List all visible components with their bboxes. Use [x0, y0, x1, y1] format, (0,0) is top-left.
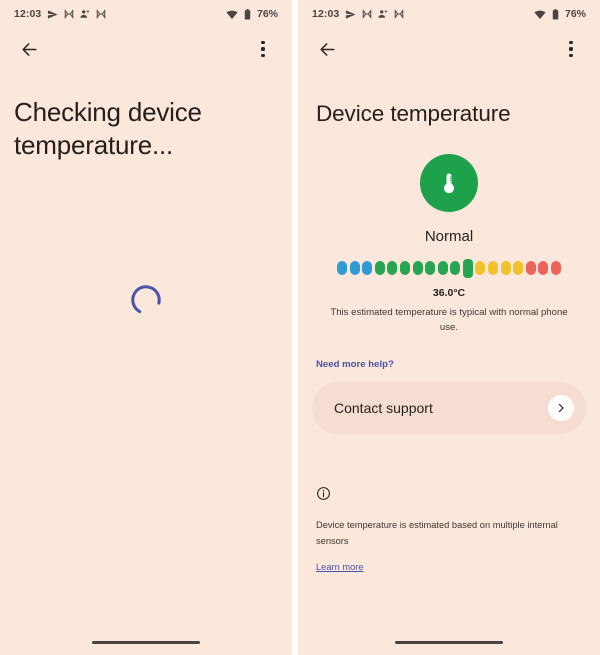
status-bar: 12:03 76% [0, 0, 292, 28]
temperature-scale-pip [475, 261, 486, 276]
app-bar [0, 28, 292, 70]
thermometer-icon [444, 173, 454, 194]
temperature-status-icon-container [298, 154, 600, 213]
more-options-icon[interactable] [558, 36, 584, 62]
info-circle-icon [316, 486, 582, 506]
info-description: Device temperature is estimated based on… [316, 519, 558, 546]
app-badge-icon [362, 9, 372, 19]
overflow-dots [261, 41, 265, 57]
contact-support-label: Contact support [334, 399, 433, 416]
send-arrow-icon [47, 9, 58, 20]
loading-spinner-icon [131, 284, 161, 315]
right-phone-screen: 12:03 76% Device temperature Normal 36.0… [298, 0, 600, 655]
contact-support-card[interactable]: Contact support [312, 381, 586, 434]
status-bar-left: 12:03 [14, 8, 106, 20]
learn-more-link[interactable]: Learn more [316, 562, 364, 572]
status-bar: 12:03 76% [298, 0, 600, 28]
temperature-scale-pip [488, 261, 499, 276]
chevron-right-icon[interactable] [548, 394, 574, 421]
wifi-icon [226, 9, 238, 20]
battery-percent-label: 76% [256, 8, 278, 20]
status-bar-clock: 12:03 [312, 8, 340, 20]
temperature-scale-pip [362, 261, 373, 276]
overflow-dots [569, 41, 573, 57]
app-badge-icon [64, 9, 74, 19]
battery-icon [552, 8, 559, 20]
person-add-icon [80, 9, 90, 19]
temperature-scale-pip [538, 261, 549, 276]
page-title: Checking device temperature... [14, 97, 202, 161]
back-arrow-icon[interactable] [16, 36, 42, 62]
temperature-status-label: Normal [424, 228, 474, 246]
person-add-icon [378, 9, 388, 19]
temperature-scale-pip [437, 261, 448, 276]
status-bar-clock: 12:03 [14, 8, 42, 20]
temperature-scale-pip [525, 261, 536, 276]
temperature-scale-marker [462, 258, 473, 278]
app-bar [298, 28, 600, 70]
wifi-icon [534, 9, 546, 20]
temperature-scale-pip [387, 261, 398, 276]
temperature-scale-pip [374, 261, 385, 276]
page-title: Device temperature [316, 101, 511, 126]
left-phone-screen: 12:03 76% Checking device temperature... [0, 0, 292, 655]
temperature-scale-pip [513, 261, 524, 276]
more-options-icon[interactable] [250, 36, 276, 62]
temperature-scale-pip [336, 261, 347, 276]
temperature-description: This estimated temperature is typical wi… [330, 307, 568, 333]
app-badge-icon [96, 9, 106, 19]
temperature-scale-pip [349, 261, 360, 276]
temperature-scale-pip [551, 261, 562, 276]
back-arrow-icon[interactable] [314, 36, 340, 62]
app-badge-icon [394, 9, 404, 19]
status-bar-right: 76% [226, 8, 278, 20]
need-more-help-label: Need more help? [316, 358, 394, 370]
battery-icon [244, 8, 251, 20]
status-bar-right: 76% [534, 8, 586, 20]
screenshot-root: 12:03 76% Checking device temperature...… [0, 0, 600, 655]
loading-spinner-container [0, 283, 292, 317]
send-arrow-icon [345, 9, 356, 20]
battery-percent-label: 76% [564, 8, 586, 20]
temperature-scale-pip [500, 261, 511, 276]
temperature-scale-pip [425, 261, 436, 276]
temperature-scale [298, 258, 600, 278]
temperature-scale-pip [412, 261, 423, 276]
gesture-home-bar[interactable] [298, 640, 600, 644]
temperature-scale-pip [399, 261, 410, 276]
status-bar-left: 12:03 [312, 8, 404, 20]
gesture-home-bar[interactable] [0, 640, 292, 644]
status-circle [420, 154, 478, 213]
temperature-value: 36.0°C [432, 287, 466, 300]
temperature-scale-pip [450, 261, 461, 276]
info-section: Device temperature is estimated based on… [316, 486, 582, 575]
